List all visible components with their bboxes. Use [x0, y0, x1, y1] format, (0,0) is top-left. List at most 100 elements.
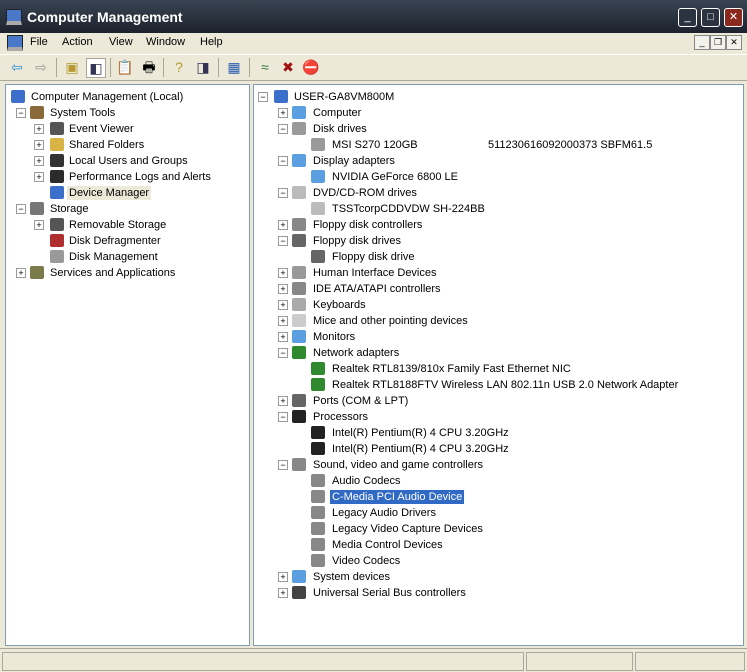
- tree-node-label[interactable]: Intel(R) Pentium(R) 4 CPU 3.20GHz: [330, 442, 511, 456]
- expand-icon[interactable]: +: [278, 316, 288, 326]
- tree-node[interactable]: Realtek RTL8139/810x Family Fast Etherne…: [254, 361, 743, 377]
- tree-node[interactable]: C-Media PCI Audio Device: [254, 489, 743, 505]
- tree-node-label[interactable]: Removable Storage: [67, 218, 168, 232]
- disable-icon[interactable]: ⛔: [302, 58, 320, 76]
- tree-node-label[interactable]: Legacy Video Capture Devices: [330, 522, 485, 536]
- collapse-icon[interactable]: −: [278, 236, 288, 246]
- update-driver-icon[interactable]: ≈: [256, 58, 274, 76]
- up-folder-icon[interactable]: ▣: [63, 58, 81, 76]
- tree-node-label[interactable]: C-Media PCI Audio Device: [330, 490, 465, 504]
- collapse-icon[interactable]: −: [16, 204, 26, 214]
- tree-node-label[interactable]: Local Users and Groups: [67, 154, 190, 168]
- tree-node-label[interactable]: Device Manager: [67, 186, 152, 200]
- tree-node-label[interactable]: Computer Management (Local): [29, 90, 185, 104]
- tree-node[interactable]: Legacy Audio Drivers: [254, 505, 743, 521]
- tree-node[interactable]: Intel(R) Pentium(R) 4 CPU 3.20GHz: [254, 441, 743, 457]
- tree-node[interactable]: − DVD/CD-ROM drives: [254, 185, 743, 201]
- maximize-button[interactable]: □: [701, 8, 720, 27]
- tree-node[interactable]: − System Tools: [6, 105, 249, 121]
- menu-view[interactable]: View: [109, 36, 133, 48]
- tree-node[interactable]: Audio Codecs: [254, 473, 743, 489]
- collapse-icon[interactable]: −: [16, 108, 26, 118]
- tree-node[interactable]: Realtek RTL8188FTV Wireless LAN 802.11n …: [254, 377, 743, 393]
- expand-icon[interactable]: +: [34, 172, 44, 182]
- tree-node-label[interactable]: USER-GA8VM800M: [292, 90, 396, 104]
- tree-node[interactable]: + Performance Logs and Alerts: [6, 169, 249, 185]
- tree-node[interactable]: Intel(R) Pentium(R) 4 CPU 3.20GHz: [254, 425, 743, 441]
- tree-node-label[interactable]: Legacy Audio Drivers: [330, 506, 438, 520]
- tree-node-label[interactable]: Processors: [311, 410, 370, 424]
- collapse-icon[interactable]: −: [278, 124, 288, 134]
- console-menu-icon[interactable]: [7, 35, 23, 51]
- tree-node[interactable]: + Floppy disk controllers: [254, 217, 743, 233]
- collapse-icon[interactable]: −: [278, 412, 288, 422]
- expand-icon[interactable]: +: [278, 396, 288, 406]
- collapse-icon[interactable]: −: [258, 92, 268, 102]
- expand-icon[interactable]: +: [278, 332, 288, 342]
- tree-node-label[interactable]: Keyboards: [311, 298, 368, 312]
- tree-node-label[interactable]: Event Viewer: [67, 122, 136, 136]
- tree-node-label[interactable]: System devices: [311, 570, 392, 584]
- tree-node-label[interactable]: Media Control Devices: [330, 538, 445, 552]
- tree-node-label[interactable]: Monitors: [311, 330, 357, 344]
- tree-node[interactable]: + Services and Applications: [6, 265, 249, 281]
- expand-icon[interactable]: +: [278, 268, 288, 278]
- collapse-icon[interactable]: −: [278, 460, 288, 470]
- tree-node[interactable]: + Human Interface Devices: [254, 265, 743, 281]
- tree-node[interactable]: + Removable Storage: [6, 217, 249, 233]
- expand-icon[interactable]: +: [278, 588, 288, 598]
- child-minimize-button[interactable]: _: [694, 35, 710, 50]
- tree-node-label[interactable]: NVIDIA GeForce 6800 LE: [330, 170, 460, 184]
- show-hide-tree-icon[interactable]: ◧: [86, 58, 106, 78]
- expand-icon[interactable]: +: [278, 572, 288, 582]
- tree-node[interactable]: Video Codecs: [254, 553, 743, 569]
- tree-node-label[interactable]: Intel(R) Pentium(R) 4 CPU 3.20GHz: [330, 426, 511, 440]
- tree-node-label[interactable]: Floppy disk drive: [330, 250, 417, 264]
- tree-node[interactable]: + Shared Folders: [6, 137, 249, 153]
- tree-node[interactable]: − Floppy disk drives: [254, 233, 743, 249]
- tree-node-label[interactable]: Sound, video and game controllers: [311, 458, 485, 472]
- tree-node-label[interactable]: Realtek RTL8139/810x Family Fast Etherne…: [330, 362, 573, 376]
- tree-node[interactable]: + Universal Serial Bus controllers: [254, 585, 743, 601]
- tree-node[interactable]: Disk Defragmenter: [6, 233, 249, 249]
- tree-node-label[interactable]: Mice and other pointing devices: [311, 314, 470, 328]
- console-tree-pane[interactable]: Computer Management (Local) − System Tools…: [5, 84, 250, 646]
- tree-node[interactable]: Disk Management: [6, 249, 249, 265]
- tree-node[interactable]: − Sound, video and game controllers: [254, 457, 743, 473]
- tree-node-label[interactable]: Human Interface Devices: [311, 266, 439, 280]
- tree-node-label[interactable]: Audio Codecs: [330, 474, 403, 488]
- tree-node[interactable]: + Local Users and Groups: [6, 153, 249, 169]
- tree-node-label[interactable]: Disk Defragmenter: [67, 234, 163, 248]
- tree-node[interactable]: − Processors: [254, 409, 743, 425]
- back-icon[interactable]: ⇦: [8, 58, 26, 76]
- tree-node-label[interactable]: Performance Logs and Alerts: [67, 170, 213, 184]
- tree-node-label[interactable]: Video Codecs: [330, 554, 402, 568]
- expand-icon[interactable]: +: [34, 140, 44, 150]
- close-button[interactable]: ✕: [724, 8, 743, 27]
- tree-node-label[interactable]: TSSTcorpCDDVDW SH-224BB: [330, 202, 487, 216]
- collapse-icon[interactable]: −: [278, 188, 288, 198]
- tree-node-label[interactable]: Shared Folders: [67, 138, 146, 152]
- properties-icon[interactable]: 📋: [116, 58, 134, 76]
- tree-node[interactable]: Floppy disk drive: [254, 249, 743, 265]
- tree-node-label[interactable]: Disk Management: [67, 250, 160, 264]
- expand-icon[interactable]: +: [16, 268, 26, 278]
- tree-node-label[interactable]: Realtek RTL8188FTV Wireless LAN 802.11n …: [330, 378, 680, 392]
- tree-node[interactable]: MSI S270 120GB 511230616092000373 SBFM61.…: [254, 137, 743, 153]
- tree-node[interactable]: + Mice and other pointing devices: [254, 313, 743, 329]
- tree-node-label[interactable]: IDE ATA/ATAPI controllers: [311, 282, 443, 296]
- collapse-icon[interactable]: −: [278, 348, 288, 358]
- tree-node[interactable]: TSSTcorpCDDVDW SH-224BB: [254, 201, 743, 217]
- forward-icon[interactable]: ⇨: [32, 58, 50, 76]
- tree-node-label[interactable]: Universal Serial Bus controllers: [311, 586, 468, 600]
- expand-icon[interactable]: +: [34, 124, 44, 134]
- scan-hardware-icon[interactable]: ▦: [225, 58, 243, 76]
- tree-node-label[interactable]: MSI S270 120GB: [330, 138, 420, 152]
- tree-node[interactable]: Media Control Devices: [254, 537, 743, 553]
- tree-node[interactable]: − Storage: [6, 201, 249, 217]
- tree-node[interactable]: + Keyboards: [254, 297, 743, 313]
- tree-node-label[interactable]: Storage: [48, 202, 91, 216]
- minimize-button[interactable]: _: [678, 8, 697, 27]
- tree-node[interactable]: + Event Viewer: [6, 121, 249, 137]
- tree-node-label[interactable]: Disk drives: [311, 122, 369, 136]
